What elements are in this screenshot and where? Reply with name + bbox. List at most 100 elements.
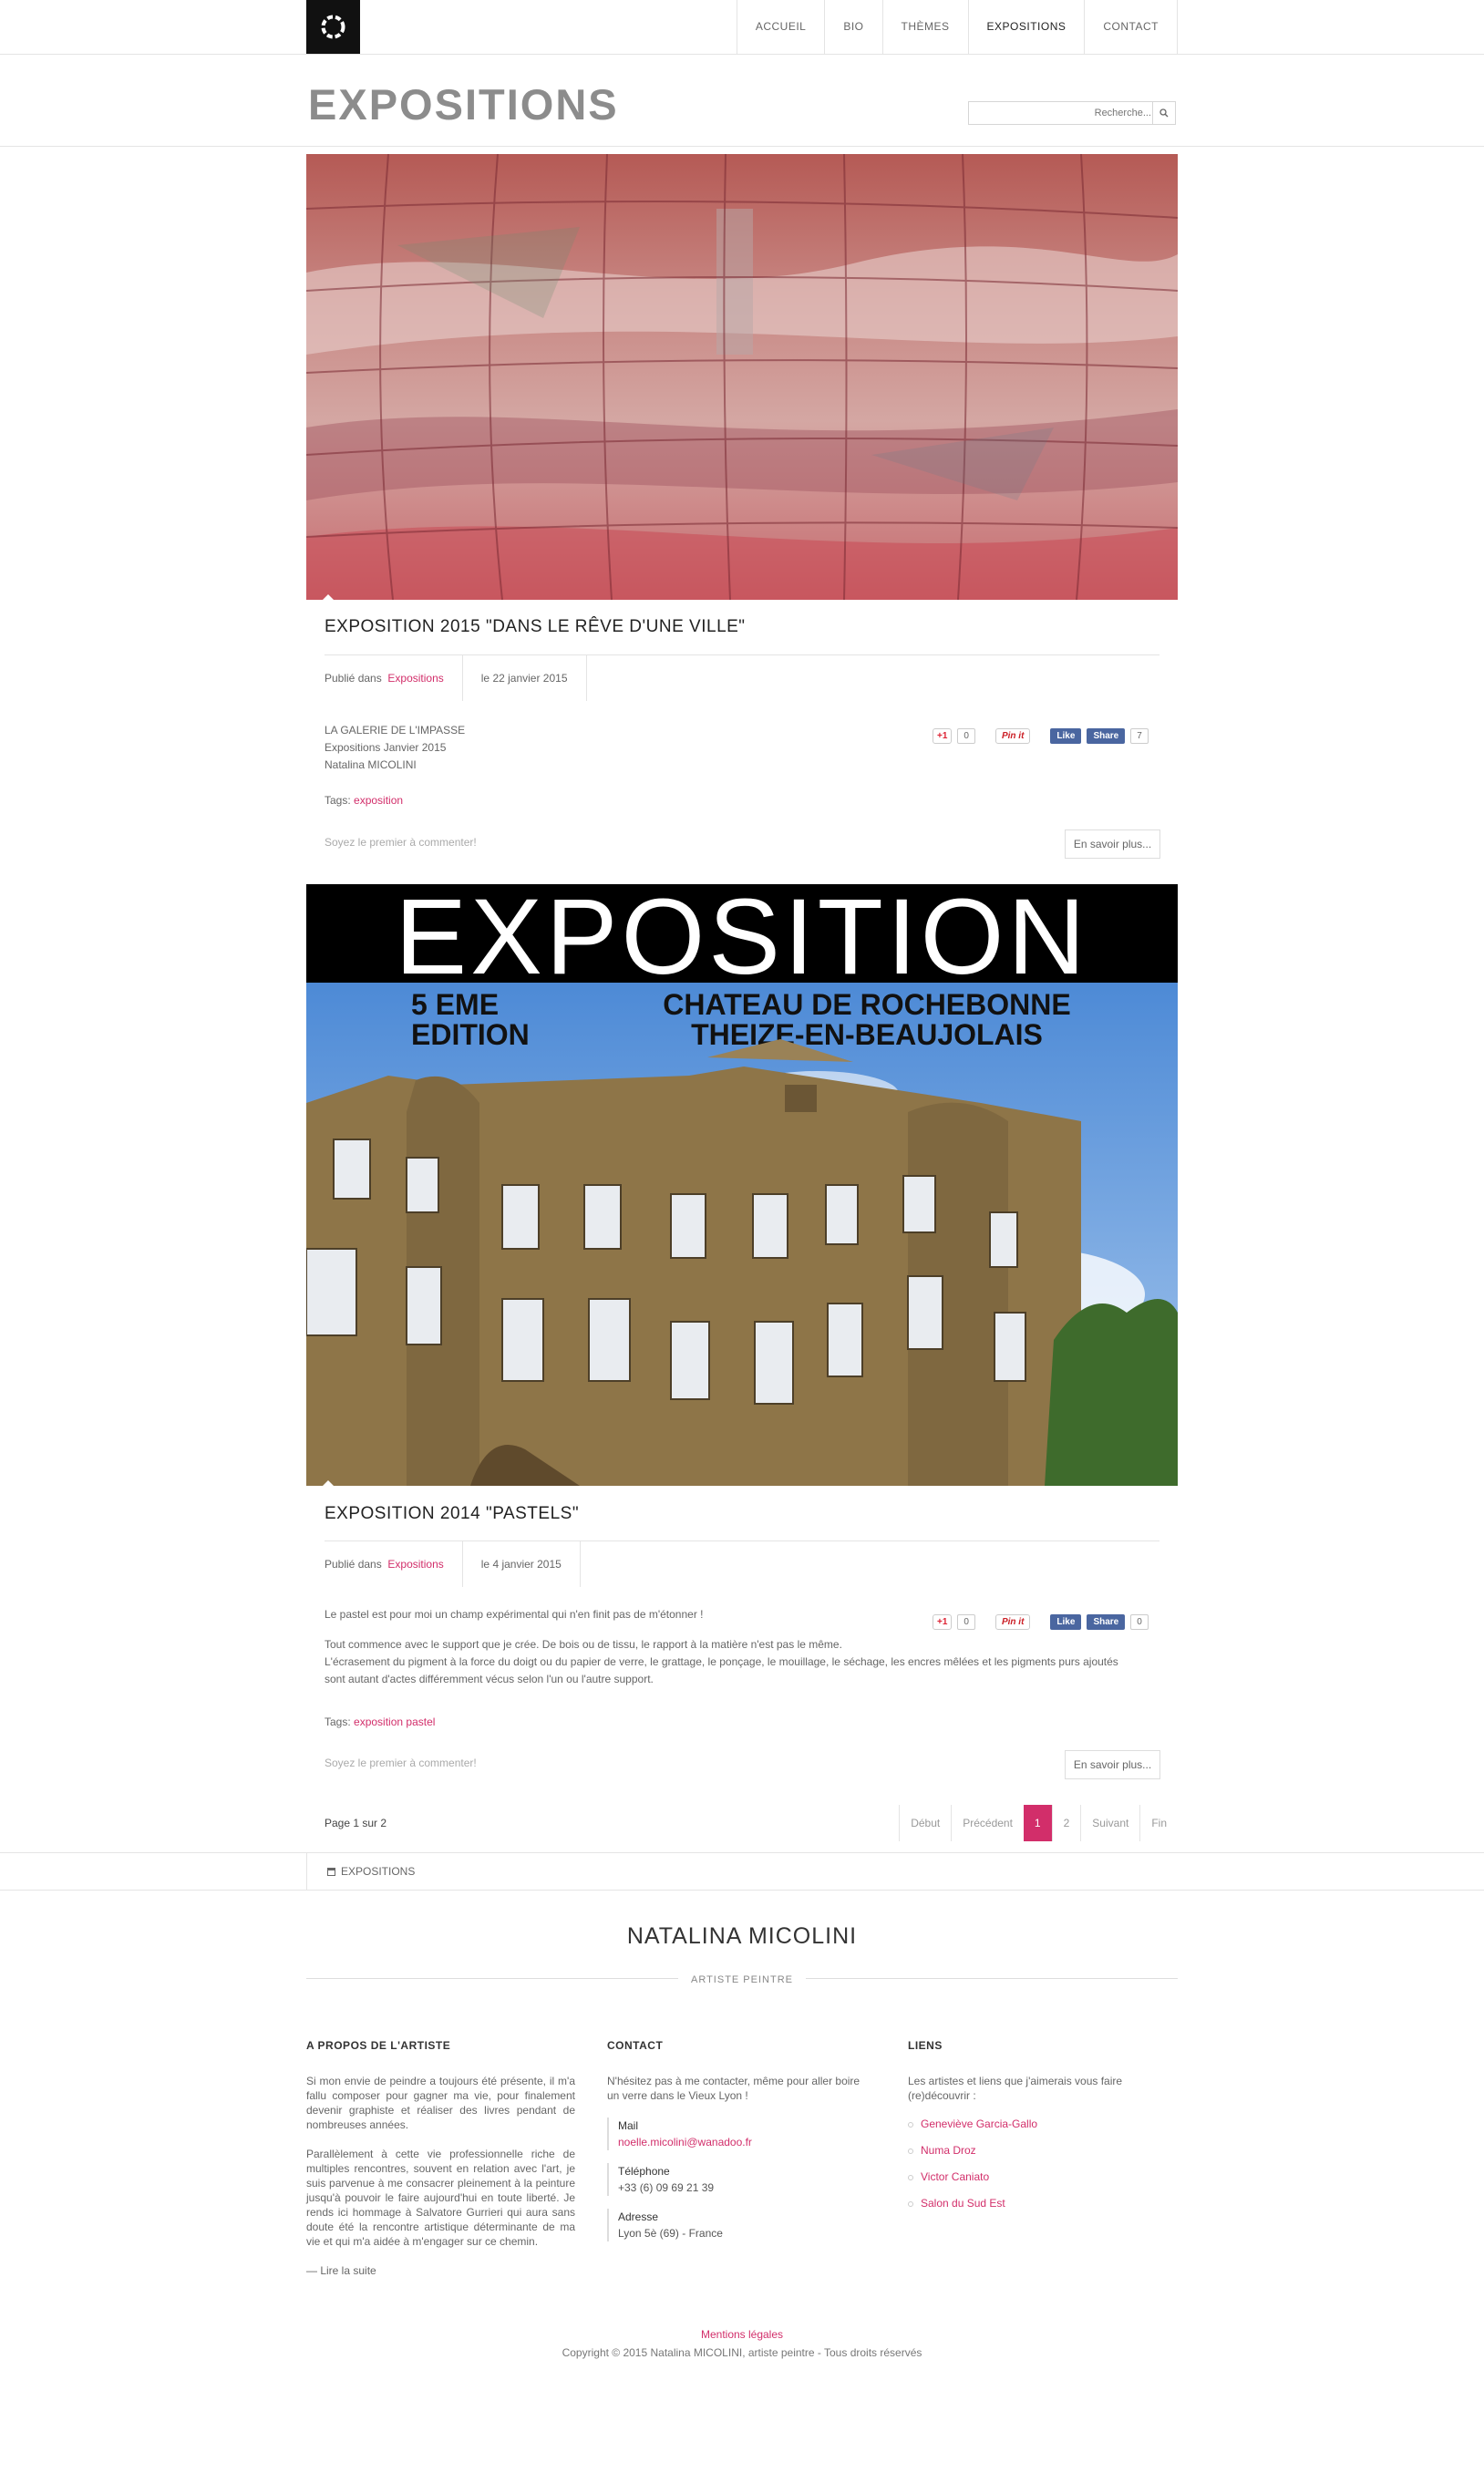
pinit-button[interactable]: Pin it: [994, 1614, 1031, 1630]
exhibition-poster-image: EXPOSITION 5 EME EDITION CHATEAU DE ROCHE…: [306, 884, 1178, 1486]
share-count: 0: [1130, 1614, 1149, 1630]
breadcrumb-bar: EXPOSITIONS: [0, 1852, 1484, 1891]
page-counter: Page 1 sur 2: [325, 1817, 387, 1829]
article-1-image[interactable]: [306, 154, 1178, 600]
title-bar: [0, 55, 1484, 147]
category-link[interactable]: Expositions: [387, 1558, 443, 1571]
body-line: sont autant d'actes différemment vécus s…: [325, 1673, 654, 1685]
address-text: Lyon 5è (69) - France: [618, 2227, 723, 2240]
poster-headline: EXPOSITION: [395, 884, 1088, 997]
image-caret: [323, 1480, 334, 1486]
nav-bio[interactable]: BIO: [824, 0, 881, 54]
search-icon: [1159, 108, 1169, 118]
body-line: Natalina MICOLINI: [325, 758, 417, 771]
body-line: Expositions Janvier 2015: [325, 741, 447, 754]
links-title: LIENS: [908, 2039, 943, 2052]
about-title: A PROPOS DE L'ARTISTE: [306, 2039, 451, 2052]
fb-share-button[interactable]: Share: [1087, 728, 1126, 744]
article-2-title[interactable]: EXPOSITION 2014 "PASTELS": [325, 1504, 579, 1524]
contact-title: CONTACT: [607, 2039, 664, 2052]
article-1-title[interactable]: EXPOSITION 2015 "DANS LE RÊVE D'UNE VILL…: [325, 617, 746, 637]
fb-share-button[interactable]: Share: [1087, 1614, 1126, 1630]
page-next[interactable]: Suivant: [1080, 1805, 1139, 1841]
gplus-button[interactable]: +1: [933, 728, 953, 744]
gplus-count: 0: [957, 1614, 975, 1630]
link-item[interactable]: Geneviève Garcia-Gallo: [908, 2118, 1177, 2130]
comment-link[interactable]: Soyez le premier à commenter!: [325, 1757, 477, 1769]
read-more-button[interactable]: En savoir plus...: [1065, 829, 1160, 859]
site-logo[interactable]: [306, 0, 360, 54]
share-count: 7: [1130, 728, 1149, 744]
fb-like-button[interactable]: Like: [1050, 1614, 1082, 1630]
contact-mail: Mail noelle.micolini@wanadoo.fr: [607, 2118, 867, 2150]
tag-link[interactable]: pastel: [406, 1716, 435, 1728]
category-link[interactable]: Expositions: [387, 672, 443, 685]
nav-expositions[interactable]: EXPOSITIONS: [967, 0, 1085, 54]
tag-link[interactable]: exposition: [354, 794, 403, 807]
published-in: Publié dans Expositions: [325, 655, 463, 701]
body-line: LA GALERIE DE L'IMPASSE: [325, 724, 466, 737]
contact-phone: Téléphone +33 (6) 09 69 21 39: [607, 2163, 867, 2196]
comment-link[interactable]: Soyez le premier à commenter!: [325, 836, 477, 849]
grid-icon: [327, 1868, 335, 1876]
footer-about: A PROPOS DE L'ARTISTE Si mon envie de pe…: [306, 2039, 575, 2293]
link-item[interactable]: Victor Caniato: [908, 2170, 1177, 2183]
address-label: Adresse: [618, 2210, 659, 2223]
footer-artist-name: NATALINA MICOLINI: [626, 1923, 858, 1949]
contact-intro: N'hésitez pas à me contacter, même pour …: [607, 2075, 861, 2102]
tag-link[interactable]: exposition: [354, 1716, 403, 1728]
about-paragraph: Si mon envie de peindre a toujours été p…: [306, 2075, 575, 2131]
copyright: Copyright © 2015 Natalina MICOLINI, arti…: [562, 2346, 922, 2359]
legal-link[interactable]: Mentions légales: [0, 2328, 1484, 2341]
page-prev[interactable]: Précédent: [951, 1805, 1024, 1841]
poster-place: CHATEAU DE ROCHEBONNE THEIZE-EN-BEAUJOLAI…: [663, 988, 1070, 1051]
article-2-meta: Publié dans Expositions le 4 janvier 201…: [325, 1541, 581, 1587]
body-line: Tout commence avec le support que je cré…: [325, 1638, 842, 1651]
page-2[interactable]: 2: [1051, 1805, 1081, 1841]
footer-contact: CONTACT N'hésitez pas à me contacter, mê…: [607, 2039, 867, 2254]
read-more-link[interactable]: — Lire la suite: [306, 2263, 575, 2278]
pinit-button[interactable]: Pin it: [994, 728, 1031, 744]
article-2-image[interactable]: EXPOSITION 5 EME EDITION CHATEAU DE ROCHE…: [306, 884, 1178, 1486]
page-first[interactable]: Début: [899, 1805, 951, 1841]
published-label: Publié dans: [325, 1558, 382, 1571]
about-paragraph: Parallèlement à cette vie professionnell…: [306, 2148, 575, 2248]
article-1-social: +1 0 Pin it Like Share 7: [933, 728, 1149, 744]
article-1-body: LA GALERIE DE L'IMPASSE Expositions Janv…: [325, 722, 465, 774]
nav-contact[interactable]: CONTACT: [1084, 0, 1178, 54]
mail-link[interactable]: noelle.micolini@wanadoo.fr: [618, 2134, 867, 2150]
link-item[interactable]: Numa Droz: [908, 2144, 1177, 2157]
nav-themes[interactable]: THÈMES: [881, 0, 968, 54]
contact-address: Adresse Lyon 5è (69) - France: [607, 2209, 867, 2241]
published-label: Publié dans: [325, 672, 382, 685]
tags-label: Tags:: [325, 794, 351, 807]
gplus-button[interactable]: +1: [933, 1614, 953, 1630]
search-input[interactable]: [969, 102, 1159, 124]
page-title: EXPOSITIONS: [308, 80, 619, 129]
top-header: ACCUEIL BIO THÈMES EXPOSITIONS CONTACT: [0, 0, 1484, 55]
link-item[interactable]: Salon du Sud Est: [908, 2197, 1177, 2210]
breadcrumb-label: EXPOSITIONS: [341, 1865, 416, 1878]
pagination: Début Précédent 1 2 Suivant Fin: [899, 1805, 1178, 1841]
phone-label: Téléphone: [618, 2165, 670, 2178]
links-list: Geneviève Garcia-Gallo Numa Droz Victor …: [908, 2118, 1177, 2210]
tags-label: Tags:: [325, 1716, 351, 1728]
read-more-button[interactable]: En savoir plus...: [1065, 1750, 1160, 1779]
search-button[interactable]: [1152, 102, 1175, 124]
main-nav: ACCUEIL BIO THÈMES EXPOSITIONS CONTACT: [736, 0, 1178, 54]
article-1-tags: Tags: exposition: [325, 794, 403, 807]
published-in: Publié dans Expositions: [325, 1541, 463, 1587]
nav-accueil[interactable]: ACCUEIL: [736, 0, 825, 54]
footer-links: LIENS Les artistes et liens que j'aimera…: [908, 2039, 1177, 2223]
gplus-count: 0: [957, 728, 975, 744]
logo-ring-icon: [321, 15, 345, 39]
page-1[interactable]: 1: [1023, 1805, 1052, 1841]
fb-like-button[interactable]: Like: [1050, 728, 1082, 744]
breadcrumb[interactable]: EXPOSITIONS: [306, 1853, 415, 1890]
footer-subtitle-text: ARTISTE PEINTRE: [678, 1974, 806, 1985]
publish-date: le 22 janvier 2015: [463, 655, 587, 701]
abstract-painting-image: [306, 154, 1178, 600]
body-line: L'écrasement du pigment à la force du do…: [325, 1655, 1118, 1668]
article-2-tags: Tags: exposition pastel: [325, 1716, 435, 1728]
page-last[interactable]: Fin: [1139, 1805, 1178, 1841]
